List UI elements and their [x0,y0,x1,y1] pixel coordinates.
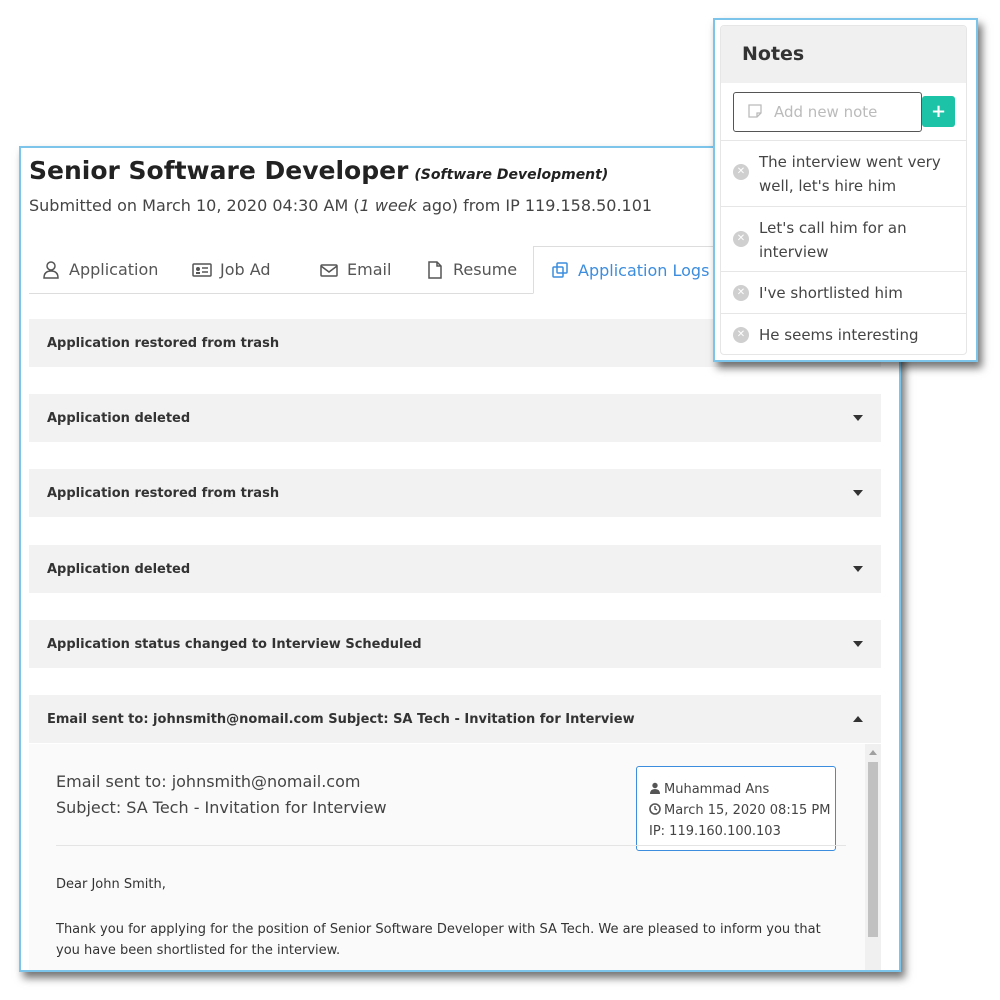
clock-icon [649,801,661,815]
email-greeting: Dear John Smith, [56,877,166,892]
caret-down-icon [853,566,863,572]
note-icon [748,103,762,122]
scrollbar[interactable] [865,744,881,970]
remove-note-icon[interactable]: ✕ [733,285,749,301]
tab-application[interactable]: Application [41,246,158,293]
log-entry[interactable]: Application status changed to Interview … [29,620,881,668]
log-entry[interactable]: Application restored from trash [29,469,881,517]
remove-note-icon[interactable]: ✕ [733,231,749,247]
add-note-button[interactable]: + [922,96,955,127]
job-title: Senior Software Developer [29,156,409,185]
email-date: March 15, 2020 08:15 PM [649,800,835,821]
file-icon [425,260,445,280]
note-item: ✕ He seems interesting [721,313,966,354]
email-recipient: Email sent to: johnsmith@nomail.com [56,772,361,791]
divider [56,845,846,846]
caret-down-icon [853,415,863,421]
email-body-text: Thank you for applying for the position … [56,922,821,958]
user-icon [649,780,661,794]
tab-email[interactable]: Email [319,246,391,293]
tab-job-ad[interactable]: Job Ad [192,246,271,293]
note-input-wrapper[interactable] [733,92,922,132]
user-icon [41,260,61,280]
notes-title: Notes [721,26,966,83]
envelope-icon [319,260,339,280]
note-item: ✕ Let's call him for an interview [721,206,966,271]
notes-panel: Notes + ✕ The interview went very well, … [713,18,978,362]
tab-resume[interactable]: Resume [425,246,517,293]
note-item: ✕ The interview went very well, let's hi… [721,140,966,206]
scrollbar-thumb[interactable] [868,762,878,937]
note-input[interactable] [774,103,904,121]
page-title: Senior Software Developer (Software Devel… [29,156,608,185]
log-entry[interactable]: Application deleted [29,545,881,593]
notes-card: Notes + ✕ The interview went very well, … [720,25,967,355]
copy-icon [550,260,570,280]
scroll-up-arrow-icon[interactable] [869,750,877,755]
log-entry-expanded[interactable]: Email sent to: johnsmith@nomail.com Subj… [29,695,881,743]
submission-info: Submitted on March 10, 2020 04:30 AM (1 … [29,196,653,215]
email-meta-box: Muhammad Ans March 15, 2020 08:15 PM IP:… [636,766,836,851]
id-card-icon [192,260,212,280]
note-item: ✕ I've shortlisted him [721,271,966,313]
job-department: (Software Development) [414,167,609,183]
email-ip: IP: 119.160.100.103 [649,824,781,839]
email-author: Muhammad Ans [649,779,835,800]
remove-note-icon[interactable]: ✕ [733,327,749,343]
caret-down-icon [853,641,863,647]
email-log-detail: Email sent to: johnsmith@nomail.com Subj… [29,744,881,970]
tab-application-logs[interactable]: Application Logs [533,246,727,294]
email-subject: Subject: SA Tech - Invitation for Interv… [56,798,387,817]
log-entry[interactable]: Application deleted [29,394,881,442]
caret-up-icon [853,716,863,722]
remove-note-icon[interactable]: ✕ [733,164,749,180]
caret-down-icon [853,490,863,496]
